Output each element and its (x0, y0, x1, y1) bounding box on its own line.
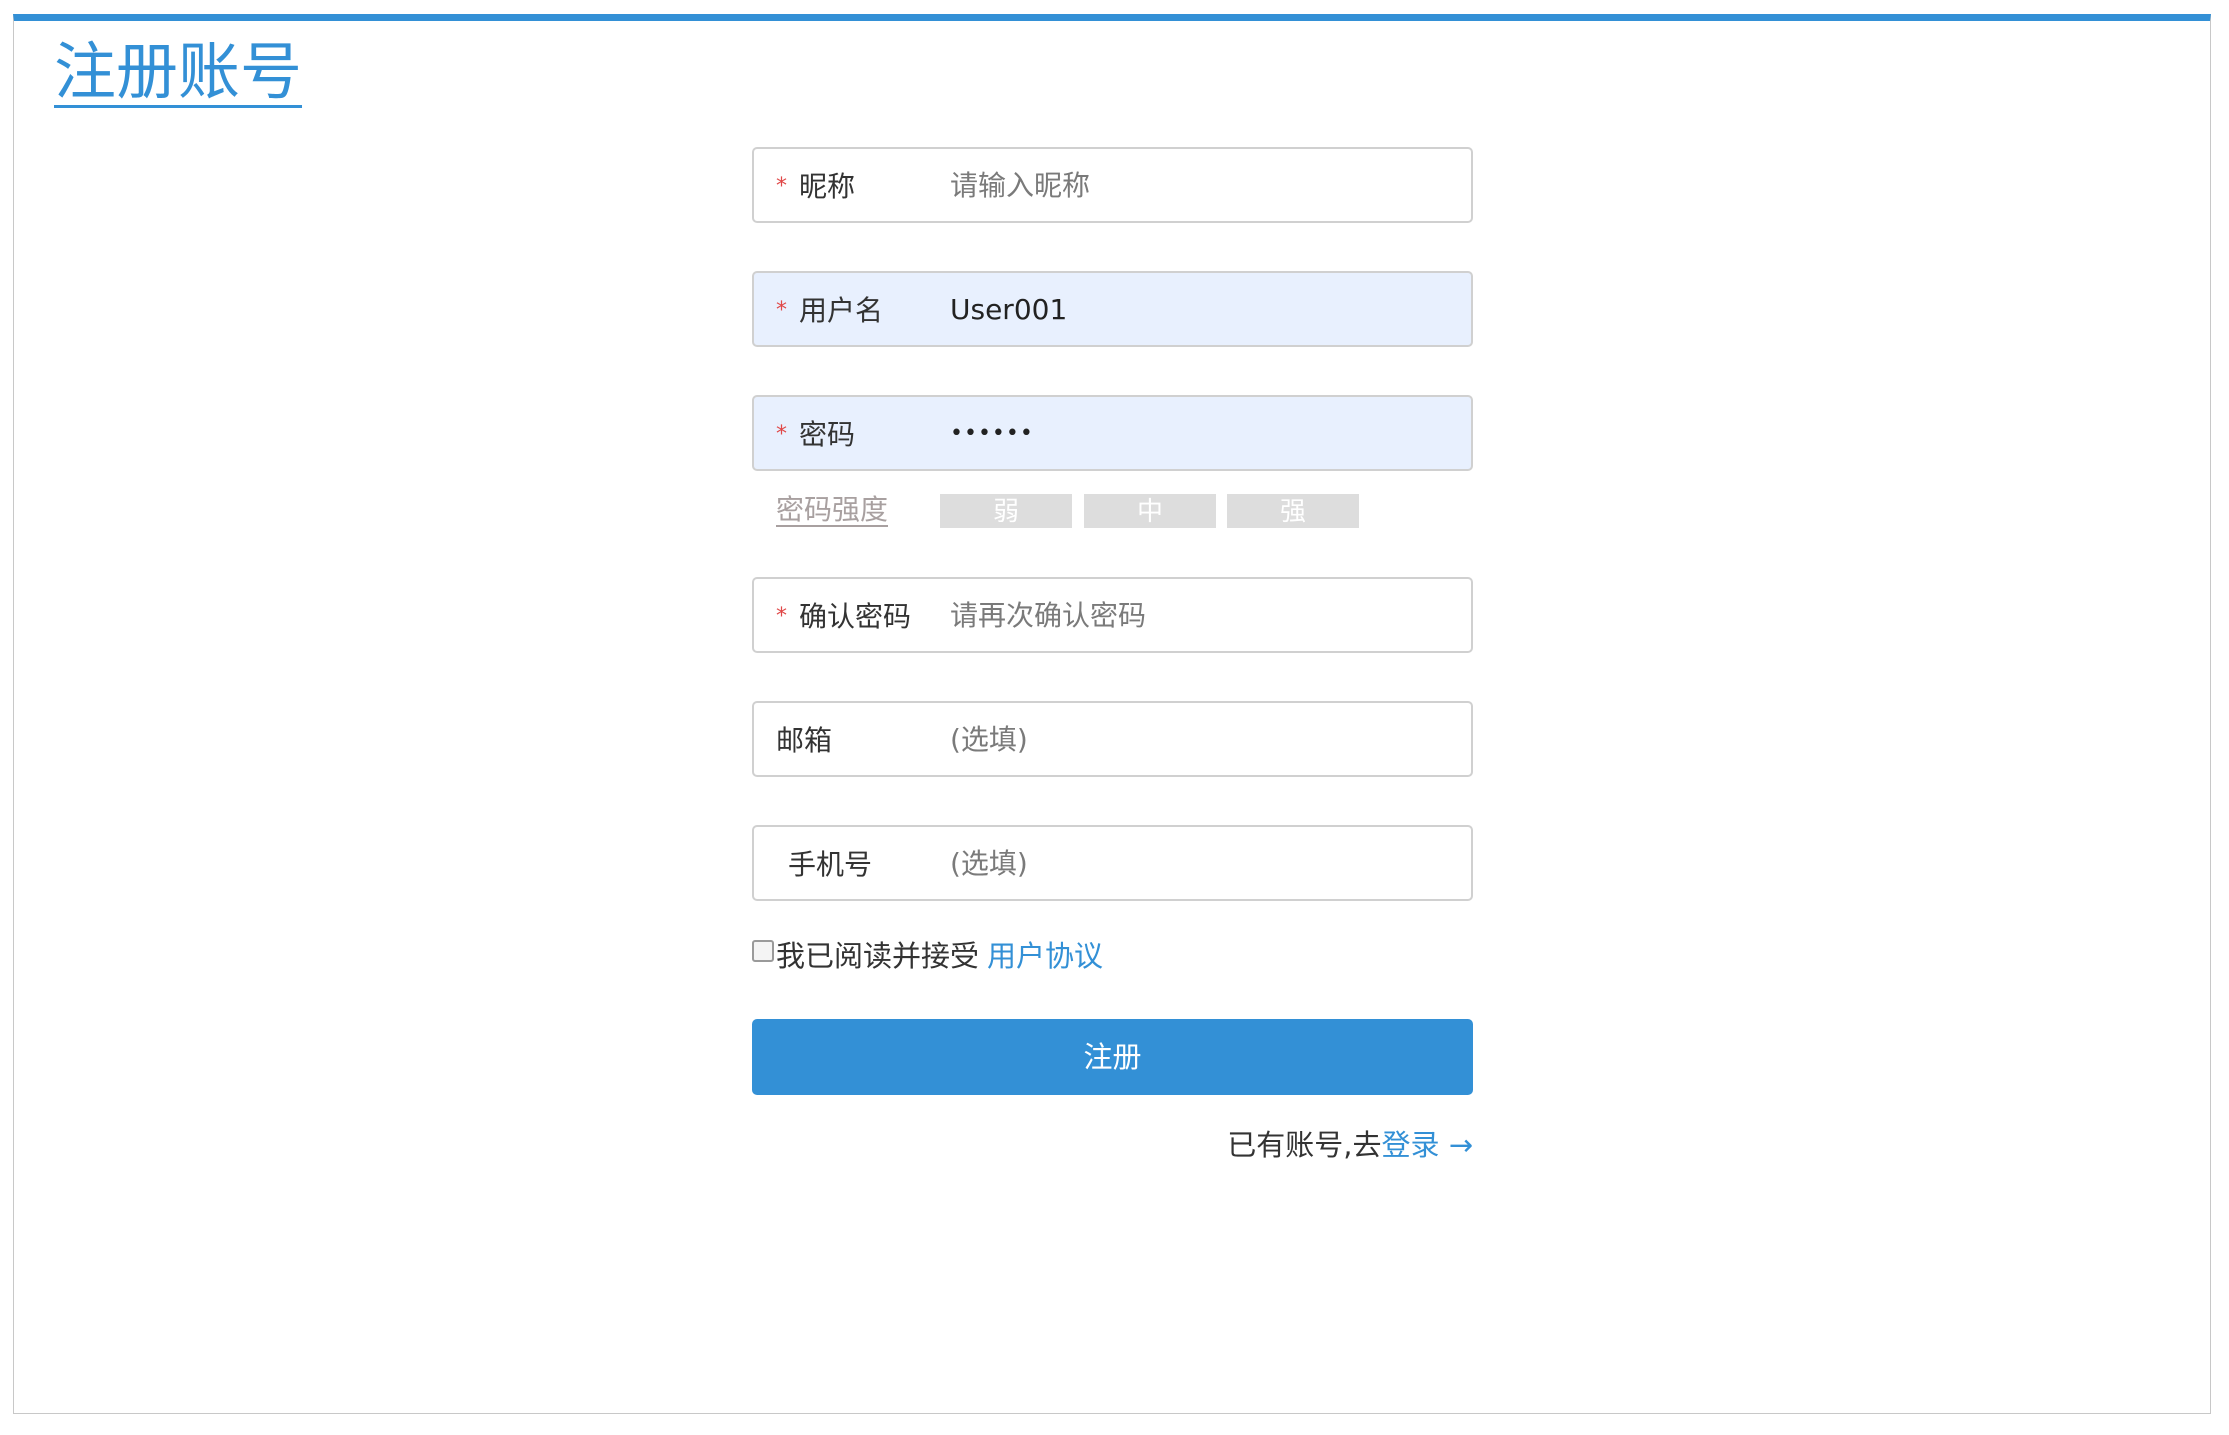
required-mark: * (776, 298, 787, 323)
register-button[interactable]: 注册 (752, 1019, 1473, 1095)
strength-weak-bar: 弱 (940, 494, 1072, 528)
password-label: * 密码 (776, 418, 856, 451)
nickname-field[interactable]: * 昵称 (752, 147, 1473, 223)
nickname-label: * 昵称 (776, 170, 856, 203)
password-field[interactable]: * 密码 (752, 395, 1473, 471)
login-prompt-text: 已有账号,去 (1227, 1128, 1382, 1162)
username-label: * 用户名 (776, 294, 884, 327)
email-label: 邮箱 (776, 724, 833, 757)
phone-field[interactable]: 手机号 (752, 825, 1473, 901)
user-agreement-link[interactable]: 用户协议 (987, 933, 1103, 975)
username-field[interactable]: * 用户名 (752, 271, 1473, 347)
phone-input[interactable] (950, 827, 1451, 899)
confirm-password-input[interactable] (950, 579, 1451, 651)
password-strength-label: 密码强度 (776, 493, 889, 526)
email-field[interactable]: 邮箱 (752, 701, 1473, 777)
agreement-checkbox[interactable] (752, 940, 774, 962)
nickname-input[interactable] (950, 149, 1451, 221)
login-link[interactable]: 登录 (1381, 1128, 1439, 1162)
phone-label: 手机号 (788, 848, 873, 881)
strength-strong-bar: 强 (1227, 494, 1359, 528)
username-input[interactable] (950, 273, 1451, 345)
password-input[interactable] (950, 397, 1451, 469)
login-prompt: 已有账号,去登录 → (1227, 1125, 1473, 1165)
required-mark: * (776, 174, 787, 199)
required-mark: * (776, 604, 787, 629)
email-input[interactable] (950, 703, 1451, 775)
agreement-text: 我已阅读并接受 (776, 939, 980, 973)
confirm-password-field[interactable]: * 确认密码 (752, 577, 1473, 653)
required-mark: * (776, 422, 787, 447)
confirm-password-label: * 确认密码 (776, 600, 912, 633)
password-strength: 密码强度 弱 中 强 (752, 490, 1473, 530)
arrow-right-icon[interactable]: → (1449, 1128, 1473, 1162)
page-title: 注册账号 (54, 35, 303, 108)
strength-medium-bar: 中 (1084, 494, 1216, 528)
agreement-row: 我已阅读并接受 用户协议 (752, 934, 1103, 974)
